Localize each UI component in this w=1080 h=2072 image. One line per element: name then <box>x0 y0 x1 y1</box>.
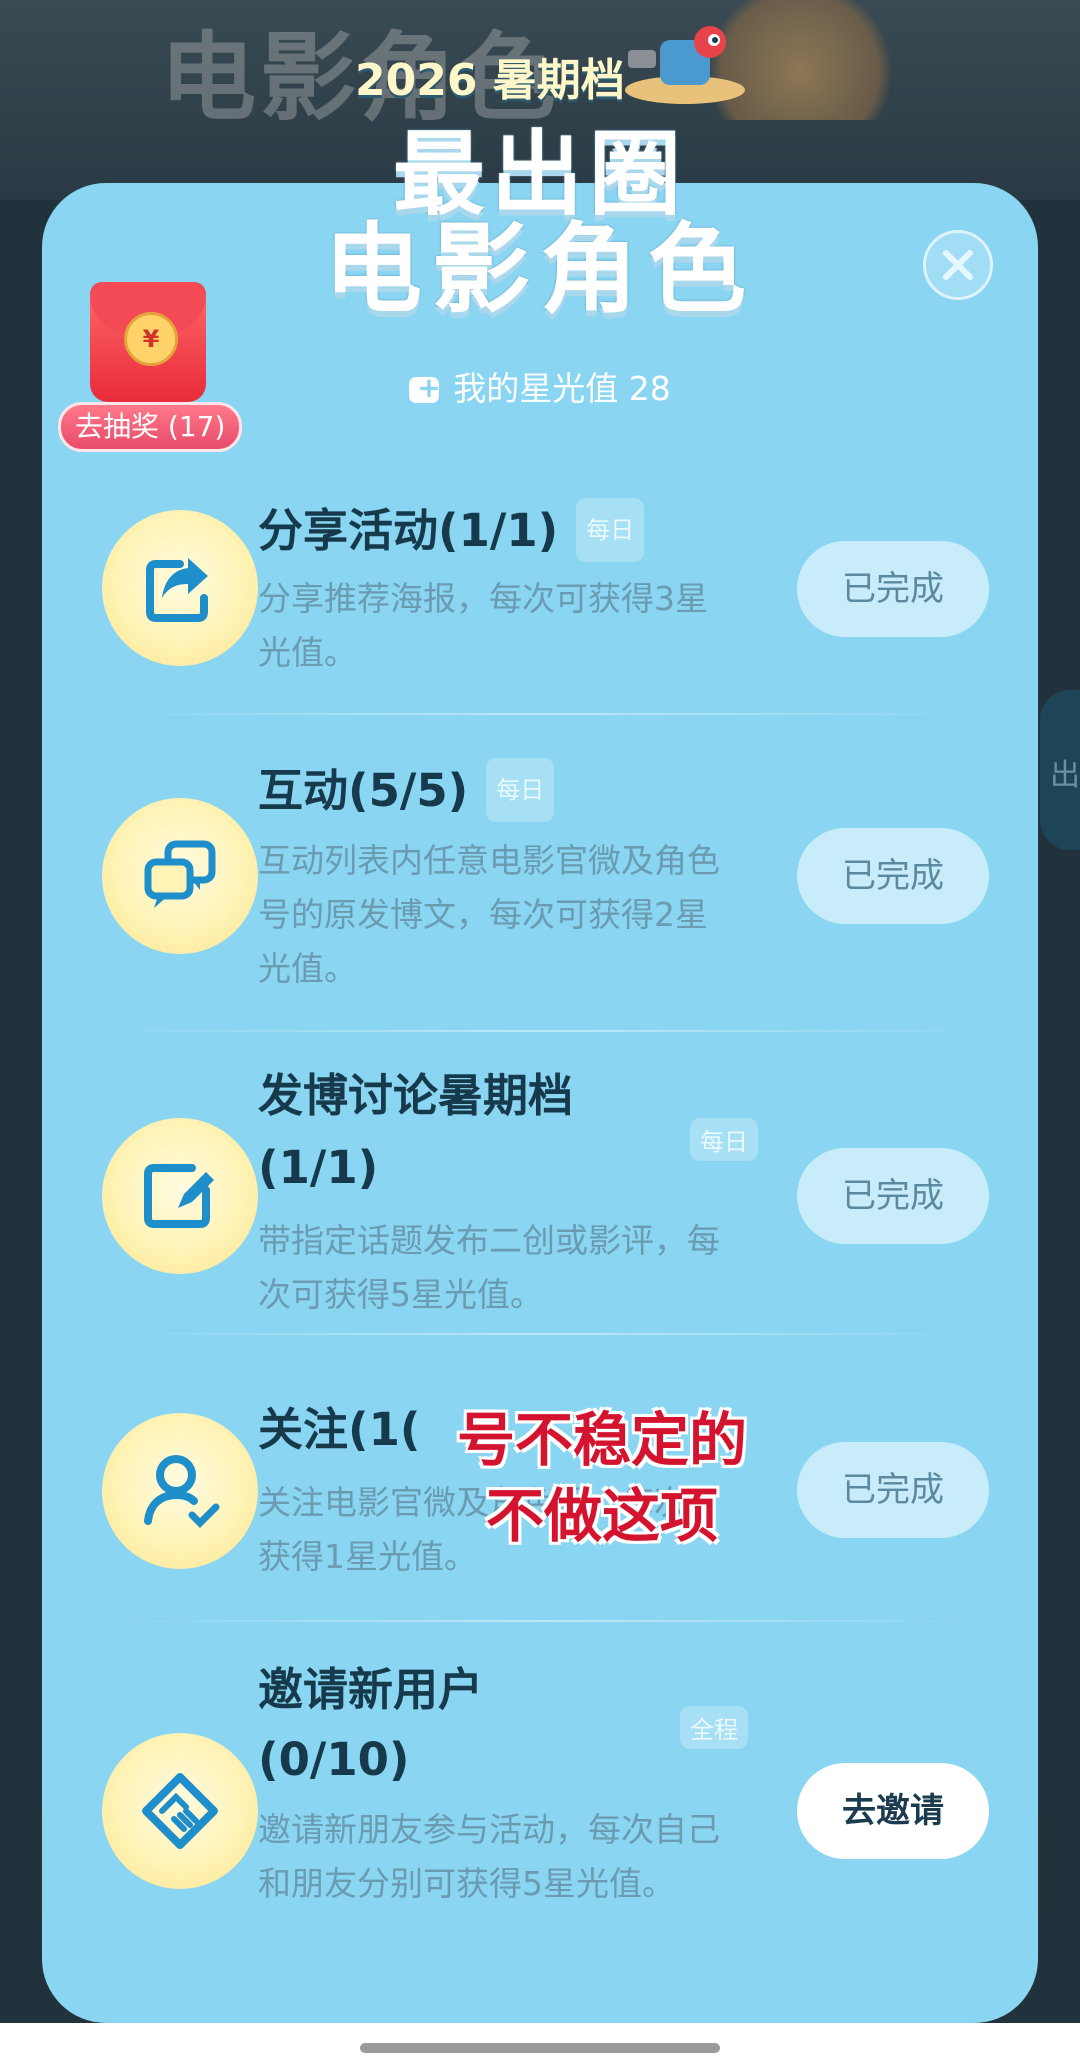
task-title-line-1: 邀请新用户 <box>258 1663 484 1716</box>
task-title-line-1: 发博讨论暑期档 <box>258 1069 574 1122</box>
task-title-line-2: (0/10) <box>258 1733 410 1786</box>
star-value-row: 我的星光值 28 <box>0 362 1080 410</box>
task-description: 互动列表内任意电影官微及角色号的原发博文，每次可获得2星光值。 <box>258 841 720 988</box>
invite-button[interactable]: 去邀请 <box>797 1763 989 1859</box>
mascot-icon <box>625 26 745 104</box>
star-value-icon <box>409 371 441 404</box>
home-indicator-bar[interactable] <box>360 2043 720 2053</box>
share-icon <box>102 510 258 666</box>
completed-button[interactable]: 已完成 <box>797 1442 989 1538</box>
chat-icon <box>102 798 258 954</box>
side-tab[interactable]: 出 <box>1040 690 1080 850</box>
divider <box>110 1620 980 1622</box>
overlay-line-1: 号不稳定的 <box>456 1406 747 1474</box>
divider <box>110 1030 980 1032</box>
task-description: 邀请新朋友参与活动，每次自己和朋友分别可获得5星光值。 <box>258 1810 720 1903</box>
overlay-line-2: 不做这项 <box>485 1482 718 1550</box>
star-value-label: 我的星光值 28 <box>453 369 671 408</box>
frequency-tag: 每日 <box>576 498 645 562</box>
completed-button[interactable]: 已完成 <box>797 541 989 637</box>
task-title-text: 互动(5/5) <box>258 764 469 817</box>
task-title-text: 分享活动(1/1) <box>258 504 559 557</box>
divider <box>110 713 980 715</box>
home-indicator-area <box>0 2023 1080 2072</box>
task-title: 互动(5/5) 每日 <box>258 758 555 822</box>
close-button[interactable] <box>923 230 993 300</box>
edit-icon <box>102 1118 258 1274</box>
completed-button[interactable]: 已完成 <box>797 1148 989 1244</box>
modal-header: 2026 暑期档 最出圈 电影角色 <box>0 0 1080 327</box>
overlay-annotation: 号不稳定的 不做这项 <box>452 1402 752 1554</box>
year-label: 2026 暑期档 <box>355 55 625 106</box>
frequency-tag: 每日 <box>486 758 555 822</box>
task-title-line-2: (1/1) <box>258 1141 379 1194</box>
frequency-tag: 全程 <box>680 1706 748 1749</box>
frequency-tag: 每日 <box>690 1118 758 1161</box>
side-tab-glyph: 出 <box>1050 758 1080 793</box>
divider <box>110 1333 980 1335</box>
completed-button[interactable]: 已完成 <box>797 828 989 924</box>
close-icon <box>943 250 973 280</box>
handshake-icon <box>102 1733 258 1889</box>
task-description: 带指定话题发布二创或影评，每次可获得5星光值。 <box>258 1221 720 1314</box>
coin-icon: ¥ <box>124 312 178 366</box>
task-title-text: 关注(1( <box>258 1403 421 1456</box>
follow-user-icon <box>102 1413 258 1569</box>
task-title: 分享活动(1/1) 每日 <box>258 498 645 562</box>
task-description: 分享推荐海报，每次可获得3星光值。 <box>258 579 708 672</box>
